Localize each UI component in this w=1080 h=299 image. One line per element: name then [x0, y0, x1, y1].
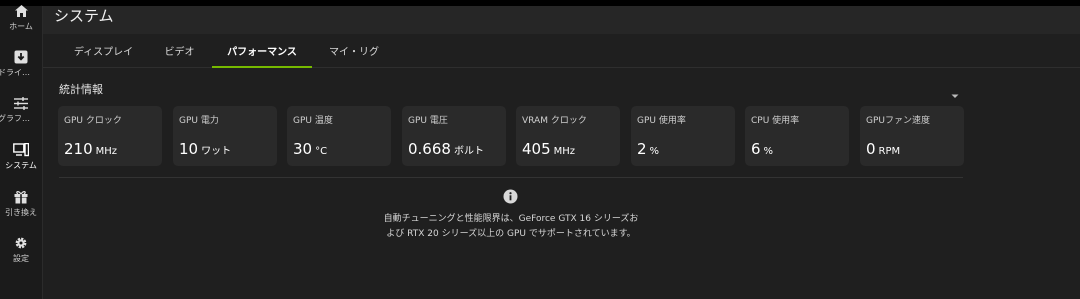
sidebar: ホーム ドライ… グラフ… システム 引き換え 設定: [0, 3, 43, 299]
tab-video[interactable]: ビデオ: [153, 34, 206, 67]
sidebar-item-label: 引き換え: [5, 208, 37, 217]
info-icon: [503, 189, 518, 204]
tab-display[interactable]: ディスプレイ: [63, 34, 144, 67]
stat-value: 2%: [637, 140, 660, 158]
info-line: よび RTX 20 シリーズ以上の GPU でサポートされています。: [386, 229, 636, 239]
page-title: システム: [54, 7, 114, 25]
sidebar-item-home[interactable]: ホーム: [0, 3, 42, 41]
stat-label: GPU 電力: [179, 116, 219, 126]
stat-label: GPU 温度: [293, 116, 333, 126]
stat-card-gpu-clock: GPU クロック 210 MHz: [58, 106, 162, 166]
stat-label: GPU クロック: [64, 116, 122, 126]
home-icon: [13, 3, 29, 19]
stat-label: CPU 使用率: [751, 116, 800, 126]
stat-label: GPUファン速度: [866, 116, 930, 126]
stat-value: 10 ワット: [179, 140, 232, 158]
stat-unit: RPM: [878, 146, 901, 157]
stat-unit: %: [763, 146, 774, 157]
stat-card-vram-clock: VRAM クロック 405 MHz: [516, 106, 620, 166]
divider: [59, 177, 963, 178]
sidebar-item-label: システム: [5, 161, 37, 170]
sidebar-item-drivers[interactable]: ドライ…: [0, 49, 42, 87]
tab-my-rig[interactable]: マイ・リグ: [315, 34, 393, 67]
stat-value: 405 MHz: [522, 140, 576, 158]
chevron-down-icon[interactable]: [950, 85, 960, 98]
stat-card-cpu-usage: CPU 使用率 6%: [745, 106, 849, 166]
info-line: 自動チューニングと性能限界は、GeForce GTX 16 シリーズお: [383, 214, 639, 224]
sidebar-item-graphics[interactable]: グラフ…: [0, 95, 42, 133]
stat-label: VRAM クロック: [522, 116, 587, 126]
stat-unit: °C: [315, 146, 328, 157]
stat-unit: ボルト: [453, 146, 484, 157]
download-icon: [13, 49, 29, 65]
stat-value: 0 RPM: [866, 140, 901, 158]
stat-unit: ワット: [201, 146, 232, 157]
tab-bar: ディスプレイ ビデオ パフォーマンス マイ・リグ: [43, 34, 1080, 68]
sidebar-item-label: グラフ…: [0, 114, 30, 123]
sidebar-item-settings[interactable]: 設定: [0, 235, 42, 273]
stat-unit: %: [649, 146, 660, 157]
stat-unit: MHz: [95, 146, 118, 157]
section-title: 統計情報: [59, 83, 103, 96]
sliders-icon: [13, 95, 29, 111]
stat-card-gpu-power: GPU 電力 10 ワット: [173, 106, 277, 166]
gift-icon: [13, 189, 29, 205]
stat-unit: MHz: [553, 146, 576, 157]
sidebar-item-redeem[interactable]: 引き換え: [0, 189, 42, 227]
stat-card-gpu-temperature: GPU 温度 30 °C: [287, 106, 391, 166]
stat-card-gpu-voltage: GPU 電圧 0.668 ボルト: [402, 106, 506, 166]
stat-card-gpu-usage: GPU 使用率 2%: [631, 106, 735, 166]
main-content: システム ディスプレイ ビデオ パフォーマンス マイ・リグ 統計情報 GPU ク…: [43, 6, 1080, 299]
gear-icon: [13, 235, 29, 251]
stat-value: 30 °C: [293, 140, 328, 158]
stat-label: GPU 電圧: [408, 116, 448, 126]
sidebar-item-label: ドライ…: [0, 68, 30, 77]
sidebar-item-system[interactable]: システム: [0, 142, 42, 180]
tab-performance[interactable]: パフォーマンス: [212, 34, 312, 68]
sidebar-item-label: 設定: [13, 254, 29, 263]
sidebar-item-label: ホーム: [9, 22, 33, 31]
stat-value: 0.668 ボルト: [408, 140, 484, 158]
stat-card-gpu-fan-speed: GPUファン速度 0 RPM: [860, 106, 964, 166]
stat-value: 6%: [751, 140, 774, 158]
system-icon: [13, 142, 29, 158]
stat-value: 210 MHz: [64, 140, 118, 158]
info-message: 自動チューニングと性能限界は、GeForce GTX 16 シリーズお よび R…: [361, 212, 661, 242]
stat-label: GPU 使用率: [637, 116, 686, 126]
header: システム: [43, 6, 1080, 34]
